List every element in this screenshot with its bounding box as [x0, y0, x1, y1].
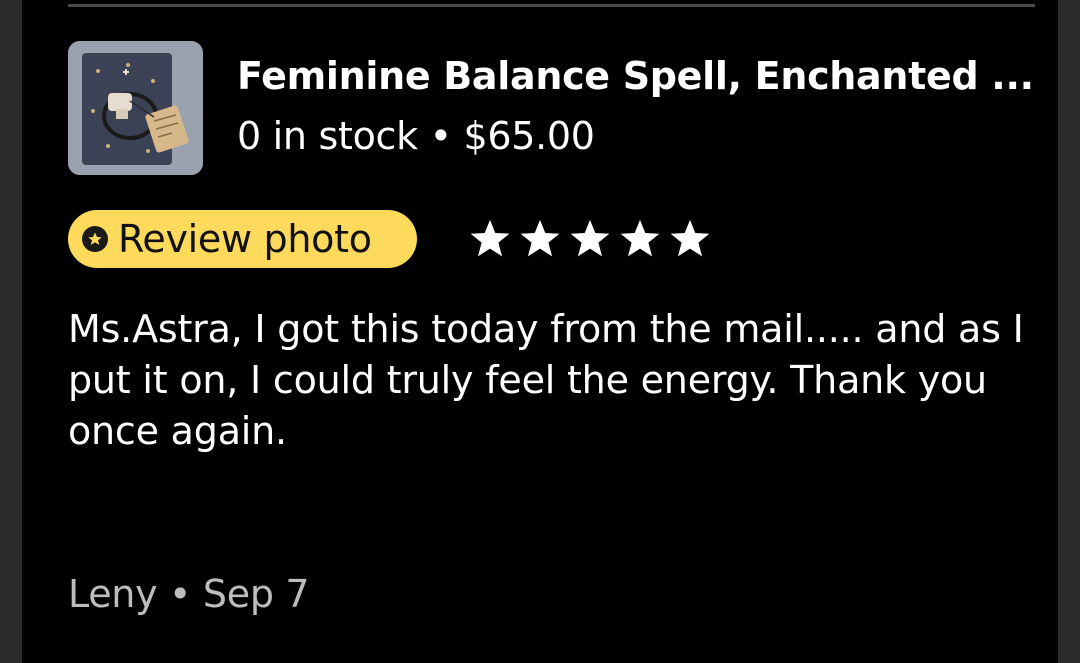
product-thumbnail[interactable] [68, 41, 203, 175]
review-photo-badge: Review photo [68, 210, 417, 268]
top-divider [68, 4, 1035, 7]
review-text: Ms.Astra, I got this today from the mail… [68, 307, 1024, 453]
star-icon [618, 218, 662, 260]
review-author-date: Leny • Sep 7 [68, 572, 310, 616]
star-icon [468, 218, 512, 260]
star-rating [468, 218, 712, 260]
review-card-panel: Feminine Balance Spell, Enchanted ... 0 … [22, 0, 1058, 663]
star-icon [518, 218, 562, 260]
product-stock-price: 0 in stock • $65.00 [237, 114, 595, 158]
review-star-badge-icon [82, 226, 108, 252]
review-photo-label: Review photo [118, 217, 372, 261]
star-icon [668, 218, 712, 260]
star-icon [568, 218, 612, 260]
product-title[interactable]: Feminine Balance Spell, Enchanted ... [237, 54, 1034, 98]
